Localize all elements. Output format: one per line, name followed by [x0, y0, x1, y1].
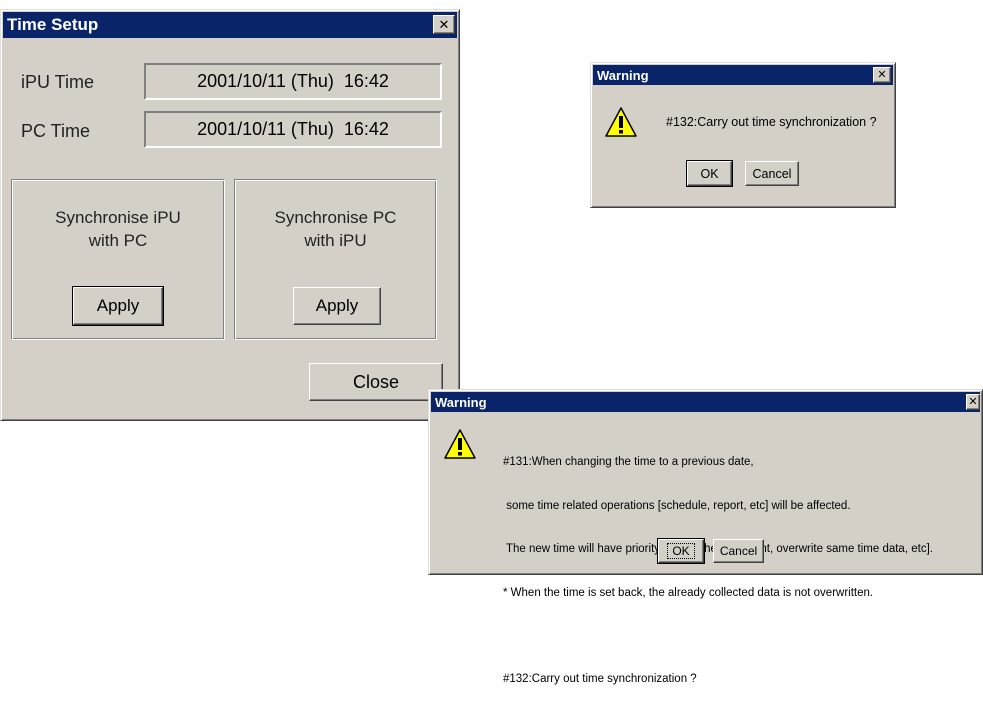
warning-large-title: Warning [435, 394, 487, 410]
warning-dialog-large: Warning ✕ #131:When changing the time to… [428, 389, 983, 685]
ipu-time-label: iPU Time [21, 72, 95, 92]
cancel-label: Cancel [719, 544, 758, 558]
time-setup-close-button[interactable]: Close [309, 363, 443, 401]
ipu-time-field: 2001/10/11 (Thu) 16:42 [144, 63, 442, 100]
pc-time-field: 2001/10/11 (Thu) 16:42 [144, 111, 442, 148]
pc-time-label: PC Time [21, 121, 91, 141]
warning-icon [444, 429, 476, 459]
time-setup-titlebar[interactable]: Time Setup ✕ [3, 12, 457, 38]
pc-time-value: 2001/10/11 (Thu) 16:42 [197, 119, 389, 139]
sync-pc-label-line2: with iPU [304, 231, 367, 250]
warning-large-line4: * When the time is set back, the already… [503, 586, 874, 599]
warning-large-line5: #132:Carry out time synchronization ? [503, 673, 697, 685]
cancel-label: Cancel [752, 166, 792, 181]
sync-ipu-apply-button[interactable]: Apply [72, 286, 164, 326]
ok-label: OK [700, 166, 719, 181]
warning-dialog-small: Warning ✕ #132:Carry out time synchroniz… [590, 62, 896, 208]
warning-large-titlebar[interactable]: Warning ✕ [431, 392, 980, 412]
warning-small-ok-button[interactable]: OK [686, 160, 733, 187]
sync-pc-apply-button[interactable]: Apply [293, 287, 381, 325]
warning-large-line2: some time related operations [schedule, … [503, 499, 851, 512]
sync-ipu-label-line2: with PC [88, 231, 148, 250]
sync-ipu-label-line1: Synchronise iPU [55, 208, 181, 227]
apply-label: Apply [96, 296, 140, 315]
ok-label: OK [667, 543, 695, 559]
sync-pc-group: Synchronise PC with iPU Apply [234, 179, 437, 340]
ipu-time-value: 2001/10/11 (Thu) 16:42 [197, 71, 389, 91]
close-icon: ✕ [438, 17, 450, 32]
warning-small-title: Warning [597, 67, 649, 83]
warning-large-line1: #131:When changing the time to a previou… [503, 456, 754, 468]
close-icon: ✕ [877, 68, 887, 81]
sync-pc-label-line1: Synchronise PC [274, 208, 397, 227]
warning-small-message: #132:Carry out time synchronization ? [666, 115, 877, 129]
warning-small-titlebar[interactable]: Warning ✕ [593, 65, 893, 85]
close-label: Close [352, 371, 400, 392]
warning-icon [605, 107, 637, 137]
warning-large-cancel-button[interactable]: Cancel [713, 539, 764, 563]
warning-large-ok-button[interactable]: OK [657, 538, 705, 564]
sync-ipu-group: Synchronise iPU with PC Apply [11, 179, 225, 340]
warning-small-close-x-button[interactable]: ✕ [873, 67, 891, 83]
warning-large-message: #131:When changing the time to a previou… [503, 426, 933, 716]
close-icon: ✕ [968, 395, 978, 408]
apply-label: Apply [315, 296, 359, 315]
warning-large-close-x-button[interactable]: ✕ [966, 394, 980, 410]
time-setup-close-x-button[interactable]: ✕ [433, 15, 455, 34]
time-setup-title: Time Setup [7, 15, 99, 34]
time-setup-window: Time Setup ✕ iPU Time 2001/10/11 (Thu) 1… [0, 9, 460, 421]
warning-small-cancel-button[interactable]: Cancel [745, 161, 799, 186]
